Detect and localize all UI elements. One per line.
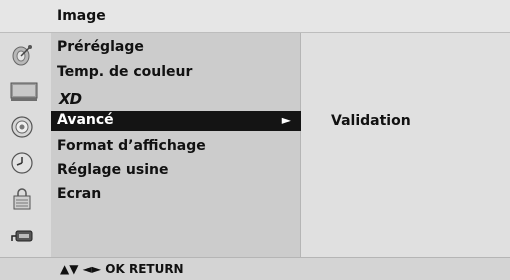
arrow-right-icon: ► xyxy=(281,113,291,127)
menu-item-label: Ecran xyxy=(57,186,102,202)
footer-bar: ▲▼ ◄► OK RETURN xyxy=(0,257,510,280)
satellite-dish-icon[interactable] xyxy=(10,43,34,67)
menu-item-avance[interactable]: Avancé ► xyxy=(51,111,301,131)
speaker-icon[interactable] xyxy=(10,115,34,139)
menu-item-prereglage[interactable]: Préréglage xyxy=(51,38,301,58)
tv-screen-icon[interactable] xyxy=(10,79,38,103)
lock-icon[interactable] xyxy=(10,187,34,211)
menu-item-format-affichage[interactable]: Format d’affichage xyxy=(51,137,301,157)
page-title: Image xyxy=(57,8,106,24)
submenu-option-validation[interactable]: Validation xyxy=(331,113,411,129)
menu-item-label: Temp. de couleur xyxy=(57,64,193,80)
category-icon-column xyxy=(0,33,51,257)
tv-osd-menu: Image Préréglage Temp. de couleur XD Ava… xyxy=(0,0,510,280)
menu-item-ecran[interactable]: Ecran xyxy=(51,185,301,205)
xd-logo: XD xyxy=(59,90,82,108)
menu-item-label: Réglage usine xyxy=(57,162,169,178)
menu-item-label: Format d’affichage xyxy=(57,138,206,154)
navigation-hint: ▲▼ ◄► OK RETURN xyxy=(60,262,184,276)
menu-item-label: Avancé xyxy=(57,112,114,128)
clock-icon[interactable] xyxy=(10,151,34,175)
menu-list: Préréglage Temp. de couleur XD Avancé ► … xyxy=(51,33,301,257)
submenu-panel: Validation xyxy=(301,33,510,257)
menu-item-xd[interactable]: XD xyxy=(51,88,301,108)
menu-item-reglage-usine[interactable]: Réglage usine xyxy=(51,161,301,181)
input-plug-icon[interactable] xyxy=(10,225,34,249)
menu-item-label: Préréglage xyxy=(57,39,144,55)
menu-header: Image xyxy=(0,0,510,33)
menu-item-temp-couleur[interactable]: Temp. de couleur xyxy=(51,63,301,83)
